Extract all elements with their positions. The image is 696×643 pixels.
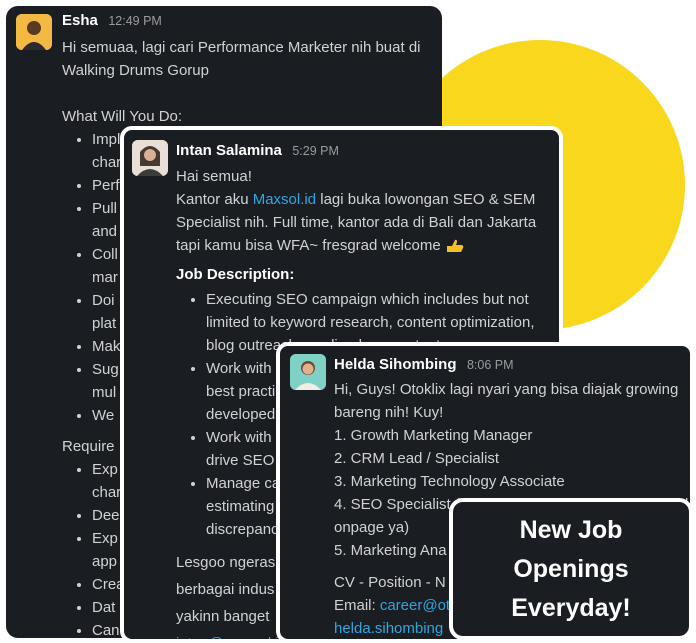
message-text: tapi kamu bisa WFA~ fresgrad welcome (176, 237, 441, 254)
badge-text: Openings (513, 554, 629, 583)
avatar[interactable] (16, 14, 52, 50)
sender-name[interactable]: Helda Sihombing (334, 356, 457, 373)
message-text: Walking Drums Gorup (62, 62, 209, 79)
message-timestamp[interactable]: 12:49 PM (108, 14, 162, 28)
message-header (16, 14, 52, 50)
message-text: Hai semua! (176, 168, 252, 185)
message-text: lagi buka lowongan SEO & SEM (316, 191, 536, 208)
message-text: 1. Growth Marketing Manager (334, 427, 533, 444)
sender-name[interactable]: Intan Salamina (176, 142, 282, 159)
email-link[interactable]: career@ot (380, 597, 450, 614)
badge-text: Everyday! (511, 593, 631, 622)
message-timestamp[interactable]: 5:29 PM (292, 144, 339, 158)
list-item-cont: limited to keyword research, content opt… (206, 314, 535, 331)
message-timestamp[interactable]: 8:06 PM (467, 358, 514, 372)
section-heading: What Will You Do: (62, 108, 183, 125)
sender-name[interactable]: Esha (62, 12, 98, 29)
new-job-openings-badge: New Job Openings Everyday! (449, 498, 693, 640)
avatar[interactable] (132, 140, 168, 176)
avatar[interactable] (290, 354, 326, 390)
message-text: Specialist nih. Full time, kantor ada di… (176, 214, 537, 231)
message-text: Hi, Guys! Otoklix lagi nyari yang bisa d… (334, 381, 679, 398)
message-text: 2. CRM Lead / Specialist (334, 450, 500, 467)
section-heading: Job Description: (176, 266, 295, 283)
message-text: Email: (334, 597, 380, 614)
message-text: 3. Marketing Technology Associate (334, 473, 565, 490)
maxsol-link[interactable]: Maxsol.id (253, 191, 316, 208)
message-text: bareng nih! Kuy! (334, 404, 444, 421)
list-item: Executing SEO campaign which includes bu… (206, 288, 559, 311)
message-text: Hi semuaa, lagi cari Performance Markete… (62, 39, 421, 56)
badge-text: New Job (519, 515, 623, 544)
thumbs-up-icon (445, 237, 465, 253)
message-text: Kantor aku (176, 191, 253, 208)
